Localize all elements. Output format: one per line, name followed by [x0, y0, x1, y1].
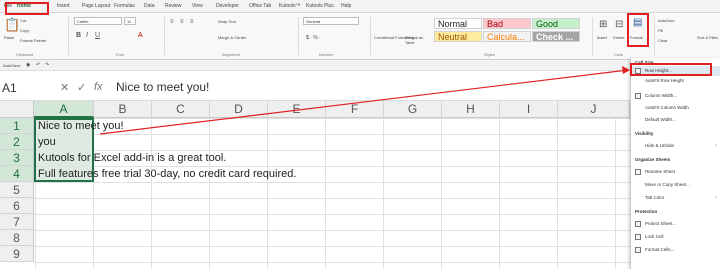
arrow-head [622, 66, 630, 74]
arrow-line [99, 69, 629, 135]
annotation-arrow [99, 66, 630, 135]
